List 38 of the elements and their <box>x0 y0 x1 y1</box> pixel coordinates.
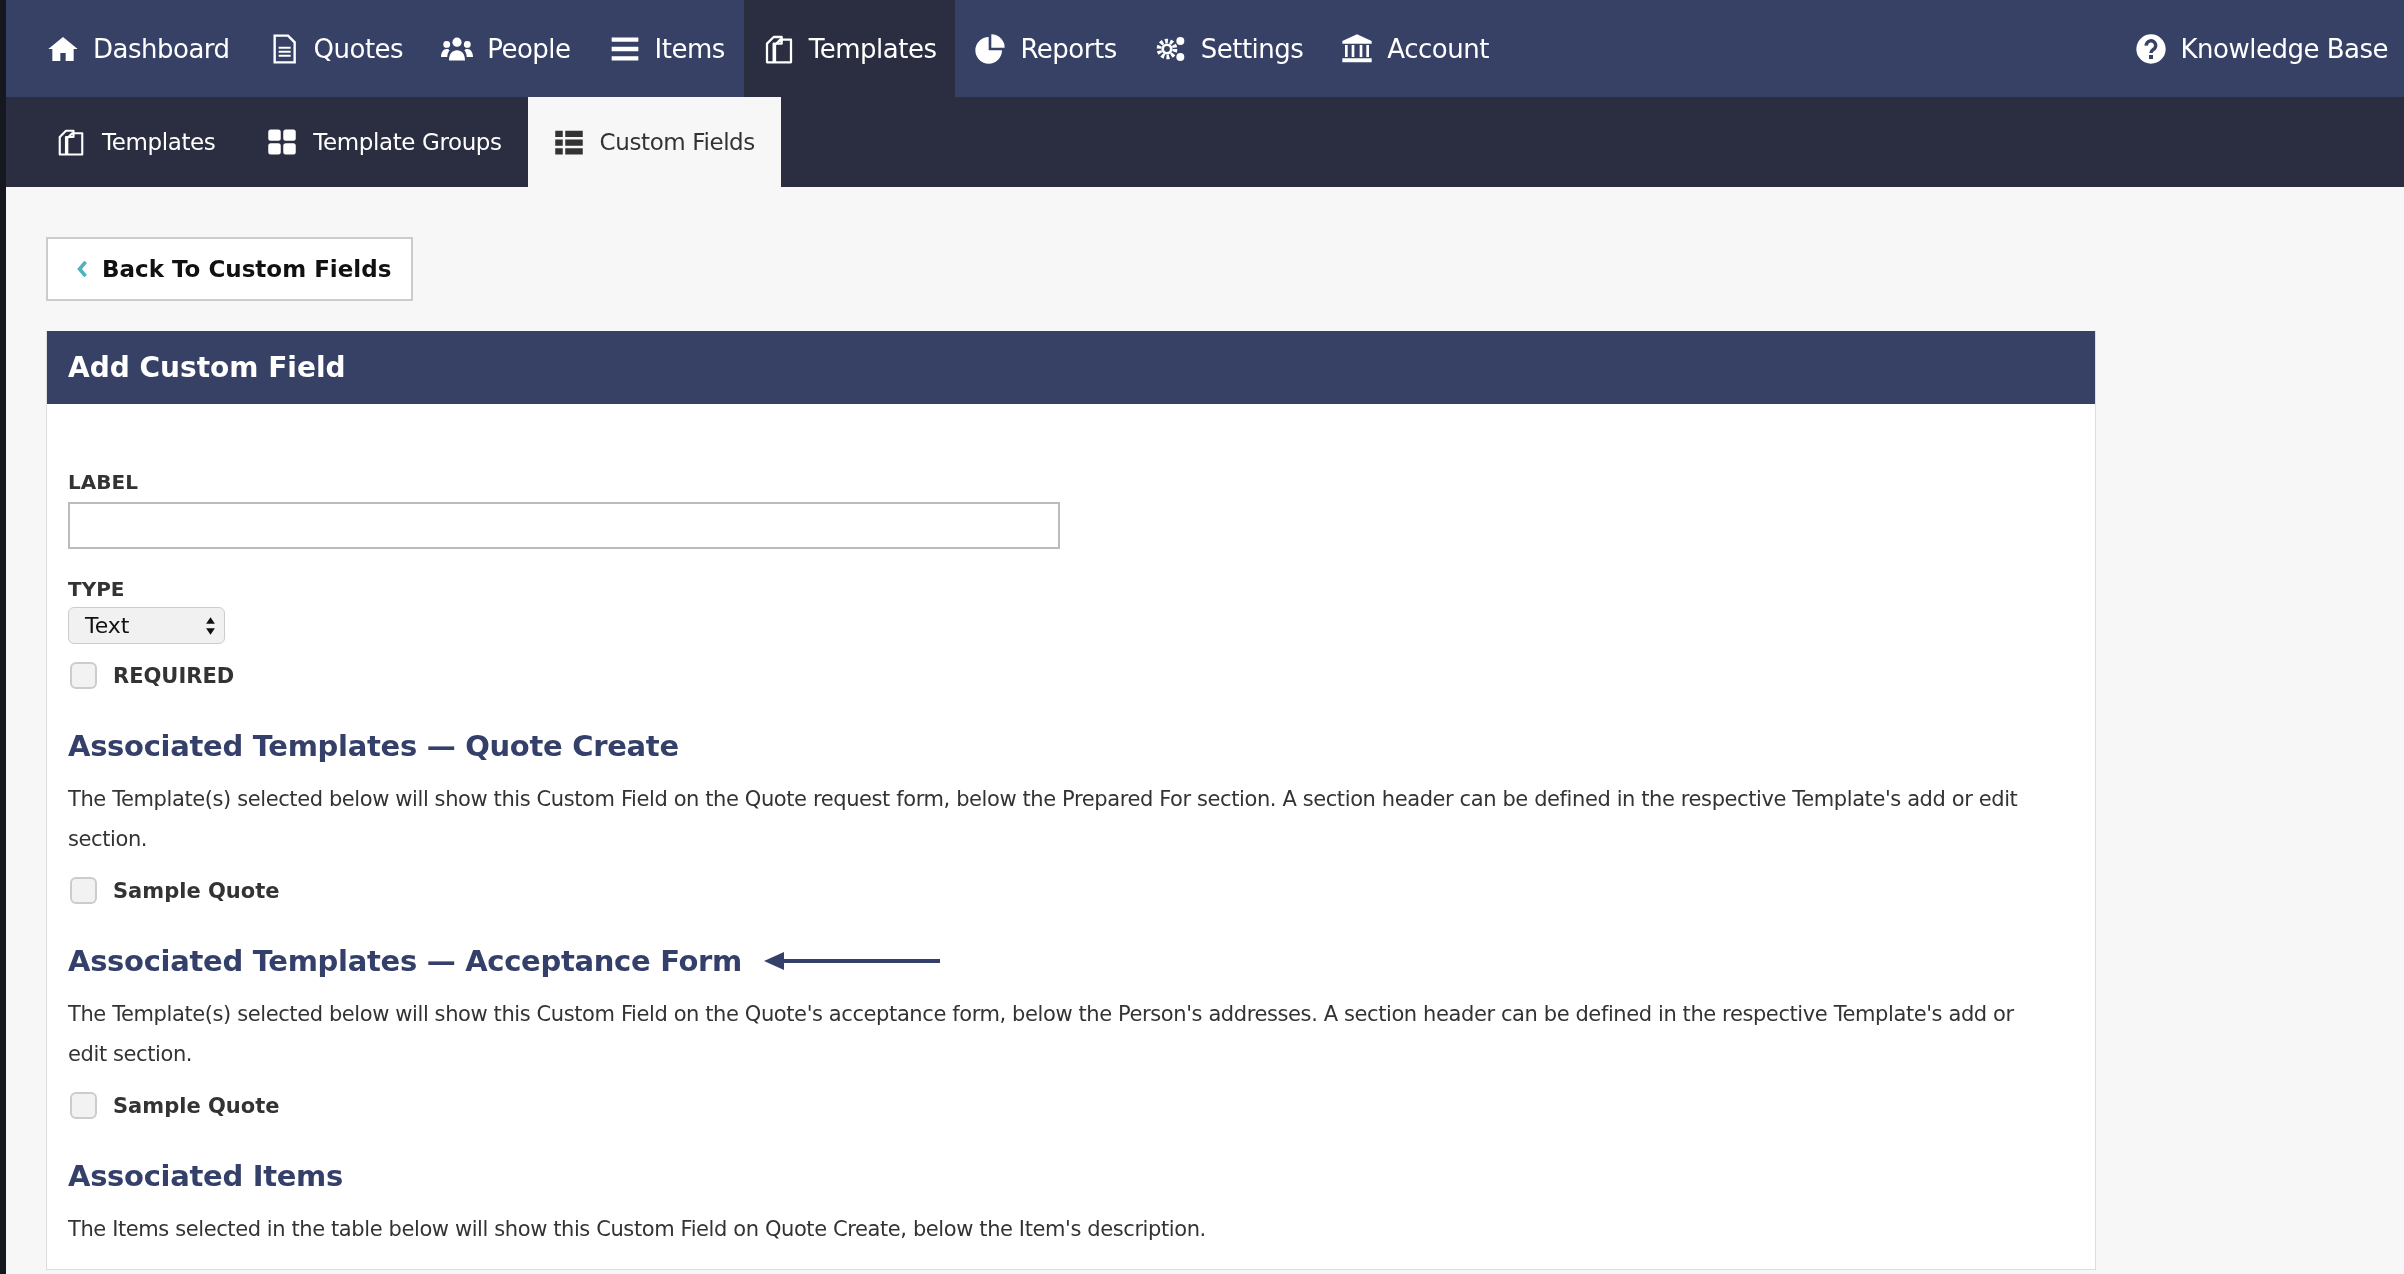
nav-tab[interactable]: Items <box>589 0 744 97</box>
checkbox[interactable] <box>70 1092 97 1119</box>
help-icon <box>2134 32 2167 65</box>
bank-icon <box>1341 32 1374 65</box>
arrow-icon <box>762 951 942 971</box>
field-label: TYPE <box>68 577 126 601</box>
field-label: LABEL <box>68 470 139 494</box>
nav-tab[interactable]: Quotes <box>248 0 423 97</box>
checkbox-label: Sample Quote <box>113 878 280 903</box>
type-select[interactable]: Text <box>68 607 225 644</box>
card-title: Add Custom Field <box>47 331 2095 404</box>
knowledge-base-link[interactable]: Knowledge Base <box>2115 0 2404 97</box>
copy-icon <box>56 127 86 157</box>
section-description: The Template(s) selected below will show this Custom Field on the Quote request form, below the Prepared For section. A section header can be defined in the respective Template's add or edit section. <box>68 786 2019 853</box>
nav-tab[interactable]: Reports <box>955 0 1136 97</box>
chevron-left-icon <box>76 259 88 279</box>
label-input-field[interactable] <box>68 502 1060 549</box>
nav-tab[interactable]: People <box>422 0 590 97</box>
nav-tab[interactable]: Settings <box>1135 0 1323 97</box>
section-description: The Template(s) selected below will show this Custom Field on the Quote's acceptance form, below the Person's addresses. A section header can be defined in the respective Template's add or edit section. <box>68 1001 2015 1068</box>
section-description: The Items selected in the table below will show this Custom Field on Quote Create, below the Item's description. <box>68 1216 1207 1243</box>
nav-tab[interactable]: Dashboard <box>28 0 249 97</box>
nav-tab[interactable]: Templates <box>743 0 956 97</box>
checkbox[interactable] <box>70 877 97 904</box>
checkbox-label: Sample Quote <box>113 1093 280 1118</box>
checkbox[interactable] <box>70 662 97 689</box>
up-down-arrows-icon <box>205 615 216 636</box>
grid-icon <box>267 127 298 157</box>
section-heading: Associated Templates — Acceptance Form <box>68 944 742 978</box>
back-button[interactable]: Back To Custom Fields <box>46 237 414 301</box>
subnav-tab[interactable]: Template Groups <box>241 97 528 187</box>
checkbox-label: REQUIRED <box>113 663 235 688</box>
subnav-tab[interactable]: Templates <box>30 97 242 187</box>
nav-tab[interactable]: Account <box>1322 0 1508 97</box>
section-heading: Associated Templates — Quote Create <box>68 729 679 763</box>
subnav-tab[interactable]: Custom Fields <box>527 97 781 187</box>
section-heading: Associated Items <box>68 1159 343 1193</box>
pie-chart-icon <box>974 32 1007 65</box>
